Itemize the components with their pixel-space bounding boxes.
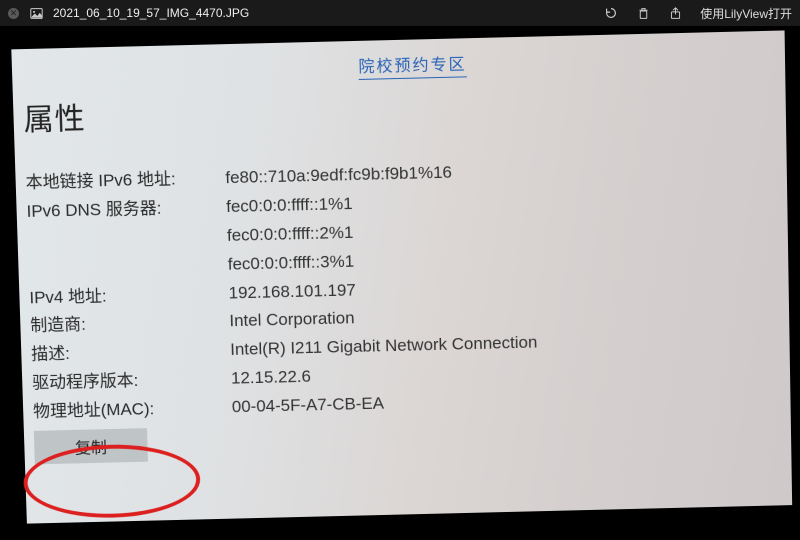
property-value: fe80::710a:9edf:fc9b:f9b1%16 — [225, 159, 452, 193]
image-viewport: 院校预约专区 属性 本地链接 IPv6 地址: fe80::710a:9edf:… — [0, 26, 800, 534]
photo-content: 院校预约专区 属性 本地链接 IPv6 地址: fe80::710a:9edf:… — [0, 16, 800, 540]
open-with-label[interactable]: 使用LilyView打开 — [700, 5, 792, 22]
titlebar: ✕ 2021_06_10_19_57_IMG_4470.JPG 使用LilyVi… — [0, 0, 800, 26]
properties-panel: 属性 本地链接 IPv6 地址: fe80::710a:9edf:fc9b:f9… — [23, 77, 766, 464]
property-value: 192.168.101.197 — [228, 276, 356, 308]
page-title: 属性 — [23, 77, 760, 139]
property-value: fec0:0:0:ffff::1%1 fec0:0:0:ffff::2%1 fe… — [226, 190, 355, 279]
close-icon[interactable]: ✕ — [8, 8, 19, 19]
property-label: 物理地址(MAC): — [33, 394, 233, 427]
rotate-icon[interactable] — [604, 6, 618, 20]
property-value: 12.15.22.6 — [231, 363, 312, 393]
image-icon — [29, 6, 43, 20]
property-value: 00-04-5F-A7-CB-EA — [231, 390, 384, 422]
window-title: 2021_06_10_19_57_IMG_4470.JPG — [53, 6, 249, 20]
property-label: IPv6 DNS 服务器: — [26, 193, 226, 227]
trash-icon[interactable] — [636, 6, 650, 20]
property-value: Intel Corporation — [229, 305, 355, 337]
copy-button[interactable]: 复制 — [34, 428, 148, 464]
share-icon[interactable] — [668, 6, 682, 20]
partial-link-fragment: 院校预约专区 — [358, 50, 467, 80]
